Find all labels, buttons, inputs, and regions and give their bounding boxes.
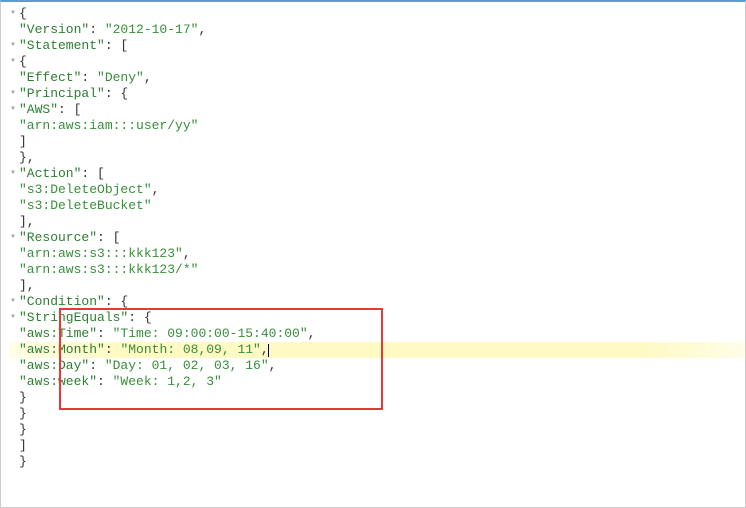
fold-icon[interactable]: ▾ bbox=[9, 38, 17, 54]
code-line: } bbox=[9, 406, 745, 422]
code-line: ▾ "AWS": [ bbox=[9, 102, 745, 118]
code-line: "aws:Time": "Time: 09:00:00-15:40:00", bbox=[9, 326, 745, 342]
code-line: ▾ "Principal": { bbox=[9, 86, 745, 102]
code-line: }, bbox=[9, 150, 745, 166]
code-line: ▾ "Statement": [ bbox=[9, 38, 745, 54]
code-line: "s3:DeleteObject", bbox=[9, 182, 745, 198]
fold-icon[interactable]: ▾ bbox=[9, 294, 17, 310]
code-line: "arn:aws:s3:::kkk123", bbox=[9, 246, 745, 262]
code-line: "Effect": "Deny", bbox=[9, 70, 745, 86]
code-line: } bbox=[9, 422, 745, 438]
code-line: "aws:Day": "Day: 01, 02, 03, 16", bbox=[9, 358, 745, 374]
text-cursor bbox=[268, 344, 269, 357]
code-line: } bbox=[9, 390, 745, 406]
code-line: ▾ { bbox=[9, 54, 745, 70]
code-line: "aws:week": "Week: 1,2, 3" bbox=[9, 374, 745, 390]
fold-icon[interactable]: ▾ bbox=[9, 54, 17, 70]
code-line-active: "aws:Month": "Month: 08,09, 11", bbox=[9, 342, 745, 358]
code-line: ] bbox=[9, 438, 745, 454]
fold-icon[interactable]: ▾ bbox=[9, 6, 17, 22]
code-line: ▾ "Condition": { bbox=[9, 294, 745, 310]
code-line: ▾{ bbox=[9, 6, 745, 22]
code-line: "Version": "2012-10-17", bbox=[9, 22, 745, 38]
fold-icon[interactable]: ▾ bbox=[9, 86, 17, 102]
code-line: } bbox=[9, 454, 745, 470]
code-line: ], bbox=[9, 214, 745, 230]
fold-icon[interactable]: ▾ bbox=[9, 102, 17, 118]
code-line: "s3:DeleteBucket" bbox=[9, 198, 745, 214]
code-line: "arn:aws:s3:::kkk123/*" bbox=[9, 262, 745, 278]
fold-icon[interactable]: ▾ bbox=[9, 166, 17, 182]
code-editor[interactable]: ▾{ "Version": "2012-10-17", ▾ "Statement… bbox=[1, 2, 745, 474]
code-line: ▾ "Action": [ bbox=[9, 166, 745, 182]
fold-icon[interactable]: ▾ bbox=[9, 310, 17, 326]
code-line: ], bbox=[9, 278, 745, 294]
fold-icon[interactable]: ▾ bbox=[9, 230, 17, 246]
code-line: ] bbox=[9, 134, 745, 150]
code-line: ▾ "StringEquals": { bbox=[9, 310, 745, 326]
code-line: "arn:aws:iam:::user/yy" bbox=[9, 118, 745, 134]
code-line: ▾ "Resource": [ bbox=[9, 230, 745, 246]
